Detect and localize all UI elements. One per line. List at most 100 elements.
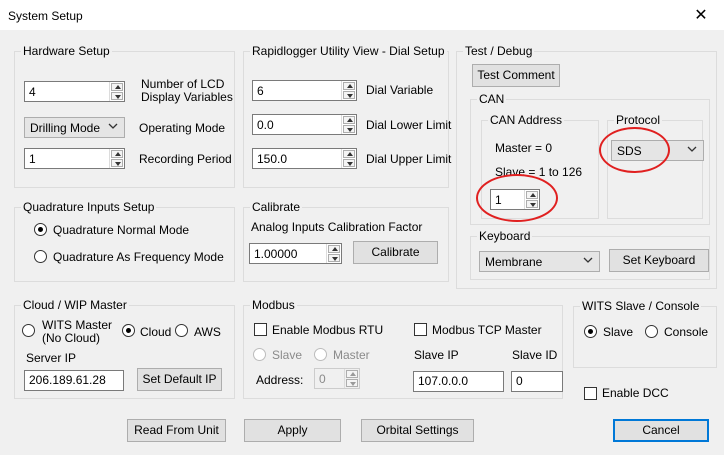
wits-master-label-1[interactable]: WITS Master	[42, 318, 112, 332]
read-from-unit-button[interactable]: Read From Unit	[127, 419, 226, 442]
spin-down-icon[interactable]	[526, 200, 538, 208]
console-label[interactable]: Console	[664, 325, 708, 339]
modbus-master-radio[interactable]	[314, 348, 327, 361]
spin-down-icon[interactable]	[343, 91, 355, 99]
quadrature-normal-label[interactable]: Quadrature Normal Mode	[53, 223, 189, 237]
wits-slave-label[interactable]: Slave	[603, 325, 633, 339]
quadrature-frequency-radio[interactable]	[34, 250, 47, 263]
spin-up-icon[interactable]	[111, 83, 123, 91]
slave-ip-input[interactable]: 107.0.0.0	[413, 371, 504, 392]
chevron-down-icon	[583, 257, 593, 263]
slave-ip-label: Slave IP	[414, 348, 459, 362]
modbus-slave-radio[interactable]	[253, 348, 266, 361]
set-keyboard-button[interactable]: Set Keyboard	[609, 249, 709, 272]
spin-up-icon[interactable]	[343, 116, 355, 124]
calibrate-button[interactable]: Calibrate	[353, 241, 438, 264]
lcd-variables-stepper[interactable]: 4	[24, 81, 125, 102]
recording-period-stepper[interactable]: 1	[24, 148, 125, 169]
test-comment-button[interactable]: Test Comment	[472, 64, 560, 87]
apply-button[interactable]: Apply	[244, 419, 341, 442]
server-ip-input[interactable]: 206.189.61.28	[24, 370, 124, 391]
cloud-label[interactable]: Cloud	[140, 325, 171, 339]
spin-up-icon[interactable]	[526, 191, 538, 199]
dial-upper-stepper[interactable]: 150.0	[252, 148, 357, 169]
modbus-tcp-master-checkbox[interactable]	[414, 323, 427, 336]
hardware-setup-legend: Hardware Setup	[21, 44, 112, 58]
spin-down-icon[interactable]	[343, 125, 355, 133]
aws-radio[interactable]	[175, 324, 188, 337]
spin-up-icon[interactable]	[346, 370, 358, 378]
quadrature-frequency-label[interactable]: Quadrature As Frequency Mode	[53, 250, 224, 264]
lcd-variables-label-2: Display Variables	[141, 90, 233, 104]
modbus-address-label: Address:	[256, 373, 304, 387]
lcd-variables-label-1: Number of LCD	[141, 77, 225, 91]
operating-mode-select[interactable]: Drilling Mode	[24, 117, 125, 138]
console-radio[interactable]	[645, 325, 658, 338]
calibration-factor-value: 1.00000	[254, 247, 298, 261]
dial-lower-value: 0.0	[257, 118, 274, 132]
spin-down-icon[interactable]	[111, 159, 123, 167]
spin-down-icon[interactable]	[346, 379, 358, 387]
spin-up-icon[interactable]	[343, 150, 355, 158]
calibrate-legend: Calibrate	[250, 200, 303, 214]
close-icon[interactable]: ✕	[690, 6, 712, 26]
modbus-master-label[interactable]: Master	[333, 348, 370, 362]
enable-modbus-rtu-label[interactable]: Enable Modbus RTU	[272, 323, 383, 337]
dial-lower-label: Dial Lower Limit	[366, 118, 452, 132]
enable-dcc-label[interactable]: Enable DCC	[602, 386, 669, 400]
spin-up-icon[interactable]	[111, 150, 123, 158]
recording-period-label: Recording Period	[139, 152, 232, 166]
orbital-settings-button[interactable]: Orbital Settings	[361, 419, 474, 442]
calibration-factor-label: Analog Inputs Calibration Factor	[251, 220, 423, 234]
modbus-address-value: 0	[319, 372, 326, 386]
quadrature-normal-radio[interactable]	[34, 223, 47, 236]
keyboard-type-select[interactable]: Membrane	[479, 251, 600, 272]
dial-lower-stepper[interactable]: 0.0	[252, 114, 357, 135]
can-slave-text: Slave = 1 to 126	[495, 165, 583, 179]
dial-setup-legend: Rapidlogger Utility View - Dial Setup	[250, 44, 447, 58]
can-legend: CAN	[477, 92, 507, 106]
dial-variable-stepper[interactable]: 6	[252, 80, 357, 101]
test-debug-legend: Test / Debug	[463, 44, 535, 58]
modbus-slave-label[interactable]: Slave	[272, 348, 302, 362]
spin-down-icon[interactable]	[328, 254, 340, 262]
server-ip-label: Server IP	[26, 351, 77, 365]
chevron-down-icon	[108, 123, 118, 129]
dial-upper-label: Dial Upper Limit	[366, 152, 452, 166]
dial-upper-value: 150.0	[257, 152, 288, 166]
enable-modbus-rtu-checkbox[interactable]	[254, 323, 267, 336]
spin-down-icon[interactable]	[111, 92, 123, 100]
slave-id-input[interactable]: 0	[511, 371, 563, 392]
calibration-factor-stepper[interactable]: 1.00000	[249, 243, 342, 264]
set-default-ip-button[interactable]: Set Default IP	[137, 368, 222, 391]
modbus-address-stepper[interactable]: 0	[314, 368, 360, 389]
wits-master-radio[interactable]	[22, 324, 35, 337]
protocol-group: Protocol	[607, 113, 703, 219]
aws-label[interactable]: AWS	[194, 325, 221, 339]
spin-down-icon[interactable]	[343, 159, 355, 167]
protocol-legend: Protocol	[614, 113, 663, 127]
chevron-down-icon	[687, 146, 697, 152]
enable-dcc-checkbox[interactable]	[584, 387, 597, 400]
modbus-tcp-master-label[interactable]: Modbus TCP Master	[432, 323, 542, 337]
wits-slave-legend: WITS Slave / Console	[580, 299, 702, 313]
wits-slave-radio[interactable]	[584, 325, 597, 338]
operating-mode-label: Operating Mode	[139, 121, 226, 135]
quadrature-group: Quadrature Inputs Setup	[14, 200, 235, 282]
cancel-button[interactable]: Cancel	[613, 419, 709, 442]
keyboard-type-value: Membrane	[485, 255, 543, 269]
can-address-stepper[interactable]: 1	[490, 189, 540, 210]
can-address-legend: CAN Address	[488, 113, 565, 127]
protocol-select[interactable]: SDS	[611, 140, 704, 161]
can-address-value: 1	[495, 193, 502, 207]
protocol-value: SDS	[617, 144, 642, 158]
spin-up-icon[interactable]	[343, 82, 355, 90]
spin-up-icon[interactable]	[328, 245, 340, 253]
lcd-variables-value: 4	[29, 85, 36, 99]
slave-id-label: Slave ID	[512, 348, 558, 362]
cloud-legend: Cloud / WIP Master	[21, 298, 129, 312]
wits-master-label-2[interactable]: (No Cloud)	[42, 331, 100, 345]
recording-period-value: 1	[29, 152, 36, 166]
cloud-radio[interactable]	[122, 324, 135, 337]
dial-variable-label: Dial Variable	[366, 83, 434, 97]
